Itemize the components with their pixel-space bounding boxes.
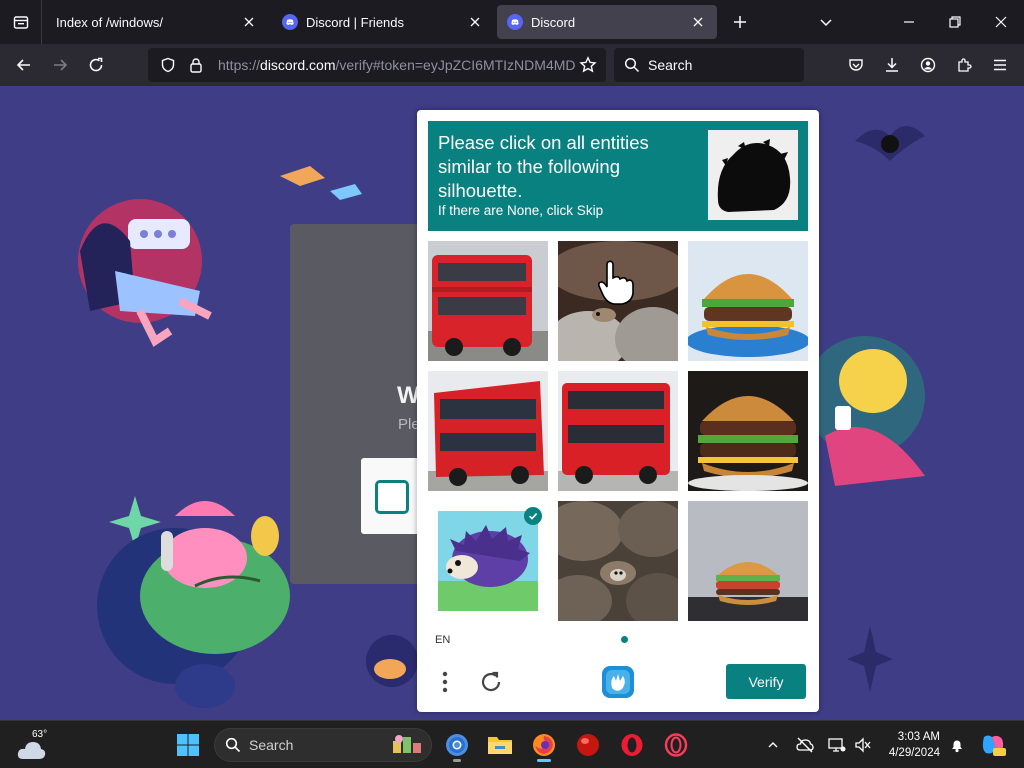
bookmark-star-icon[interactable]: [576, 53, 600, 77]
selected-check-icon: [524, 507, 542, 525]
close-icon[interactable]: [689, 13, 707, 31]
challenge-image-6[interactable]: [688, 371, 808, 491]
firefox-icon[interactable]: [528, 729, 560, 762]
search-bar[interactable]: Search: [614, 48, 804, 82]
hcaptcha-challenge: Please click on all entities similar to …: [417, 110, 819, 712]
reload-icon[interactable]: [80, 49, 112, 81]
clock-time: 3:03 AM: [897, 731, 940, 743]
windows-taskbar: 63° Search 3:03 AM 4/29/2024: [0, 720, 1024, 768]
navigation-toolbar: https://discord.com/verify#token=eyJpZCI…: [0, 44, 1024, 86]
sparkle-illustration: [847, 626, 893, 692]
system-clock[interactable]: 3:03 AM 4/29/2024: [880, 729, 940, 761]
tab-label: Index of /windows/: [56, 14, 163, 30]
challenge-image-4[interactable]: [428, 371, 548, 491]
challenge-image-7[interactable]: [428, 501, 548, 621]
close-icon[interactable]: [466, 13, 484, 31]
tab-strip: Index of /windows/ Discord | Friends Dis…: [0, 0, 1024, 44]
verify-button[interactable]: Verify: [726, 664, 806, 699]
small-creature-illustration: [366, 635, 418, 687]
more-options-vertical-dots-icon[interactable]: [435, 666, 455, 698]
chrome-icon[interactable]: [441, 729, 473, 762]
url-domain: discord.com: [260, 57, 336, 73]
taskbar-search-label: Search: [249, 737, 294, 753]
opera-icon[interactable]: [616, 729, 648, 761]
taskbar-search-box[interactable]: Search: [214, 728, 432, 762]
challenge-image-8[interactable]: [558, 501, 678, 621]
url-prefix: https://: [218, 57, 261, 73]
challenge-image-1[interactable]: [428, 241, 548, 361]
hamburger-menu-icon[interactable]: [984, 49, 1016, 81]
tab-discord[interactable]: Discord: [497, 5, 717, 39]
firefox-view-icon[interactable]: [0, 0, 42, 44]
floating-book-illustration: [280, 166, 362, 200]
network-disconnected-icon[interactable]: [792, 731, 818, 759]
url-bar[interactable]: https://discord.com/verify#token=eyJpZCI…: [148, 48, 606, 82]
challenge-image-5[interactable]: [558, 371, 678, 491]
hcaptcha-checkbox[interactable]: [375, 480, 409, 514]
page-indicator-dot: [621, 636, 628, 643]
close-icon[interactable]: [240, 13, 258, 31]
temperature: 63°: [32, 729, 48, 740]
copilot-icon[interactable]: [978, 731, 1008, 759]
cloud-weather-icon: [17, 742, 46, 759]
language-selector[interactable]: EN: [435, 634, 450, 646]
challenge-prompt: Please click on all entities similar to …: [438, 132, 649, 201]
running-indicator: [453, 759, 461, 762]
windows-start-icon[interactable]: [172, 729, 204, 761]
hand-pointer-cursor-icon: [598, 260, 634, 305]
tab-label: Discord: [531, 14, 576, 30]
search-icon: [624, 57, 640, 73]
weather-widget[interactable]: 63°: [16, 729, 60, 763]
tab-index-windows[interactable]: Index of /windows/: [46, 5, 268, 39]
opera-gx-icon[interactable]: [660, 729, 692, 761]
tab-label: Discord | Friends: [306, 14, 405, 30]
lock-icon[interactable]: [184, 53, 208, 77]
discord-icon: [507, 14, 523, 30]
minimize-icon[interactable]: [893, 6, 925, 38]
forward-arrow-icon[interactable]: [44, 49, 76, 81]
download-icon[interactable]: [876, 49, 908, 81]
new-tab-plus-icon[interactable]: [724, 6, 756, 38]
extensions-puzzle-icon[interactable]: [948, 49, 980, 81]
bat-creature-illustration: [855, 126, 925, 161]
tab-discord-friends[interactable]: Discord | Friends: [272, 5, 494, 39]
back-arrow-icon[interactable]: [8, 49, 40, 81]
display-icon[interactable]: [824, 731, 850, 759]
search-placeholder: Search: [648, 57, 693, 73]
restore-icon[interactable]: [939, 6, 971, 38]
show-hidden-icons-chevron-icon[interactable]: [760, 731, 786, 759]
pocket-icon[interactable]: [840, 49, 872, 81]
hcaptcha-logo-icon[interactable]: [600, 664, 636, 700]
red-ball-app-icon[interactable]: [572, 729, 604, 761]
search-highlight-icon: [393, 735, 421, 753]
silhouette-image: [708, 130, 798, 220]
discord-icon: [282, 14, 298, 30]
yellow-creature-illustration: [815, 336, 925, 486]
volume-muted-icon[interactable]: [850, 731, 876, 759]
url-path: /verify#token=eyJpZCI6MTIzNDM4MDI: [335, 57, 577, 73]
window-close-icon[interactable]: [985, 6, 1017, 38]
challenge-header: Please click on all entities similar to …: [428, 121, 808, 231]
tracking-shield-icon[interactable]: [156, 53, 180, 77]
person-illustration: [78, 199, 212, 347]
account-icon[interactable]: [912, 49, 944, 81]
url-text: https://discord.com/verify#token=eyJpZCI…: [218, 57, 576, 73]
refresh-challenge-icon[interactable]: [475, 666, 507, 698]
challenge-image-9[interactable]: [688, 501, 808, 621]
search-icon: [225, 737, 241, 753]
challenge-subprompt: If there are None, click Skip: [438, 203, 604, 218]
active-running-indicator: [537, 759, 551, 762]
clock-date: 4/29/2024: [888, 747, 940, 759]
chevron-down-icon[interactable]: [810, 6, 842, 38]
challenge-image-3[interactable]: [688, 241, 808, 361]
notification-bell-icon[interactable]: [944, 731, 970, 759]
file-explorer-icon[interactable]: [484, 729, 516, 761]
